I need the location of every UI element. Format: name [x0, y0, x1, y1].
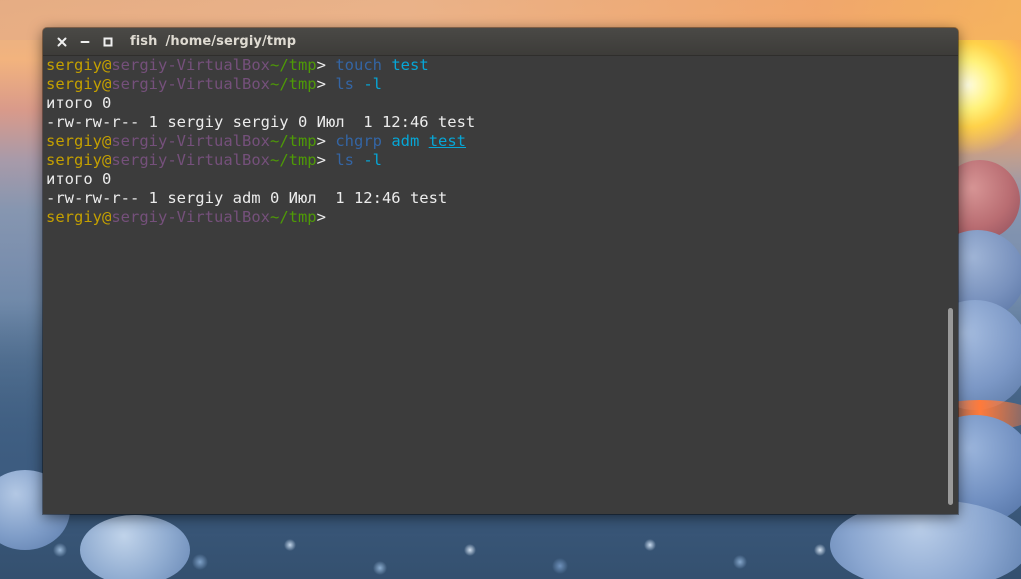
output-text: -rw-rw-r-- 1 sergiy adm 0 Июл 1 12:46 te… [46, 189, 448, 207]
output-text: итого 0 [46, 170, 112, 188]
prompt-line: sergiy@sergiy-VirtualBox~/tmp> chgrp adm… [46, 132, 943, 151]
output-text: итого 0 [46, 94, 112, 112]
prompt-at: @ [102, 56, 112, 74]
prompt-host: sergiy-VirtualBox [111, 151, 270, 169]
output-line: итого 0 [46, 94, 943, 113]
minimize-icon[interactable] [78, 35, 92, 49]
command-argument [382, 56, 391, 74]
prompt-user: sergiy [46, 208, 102, 226]
command-name: chgrp [335, 132, 382, 150]
prompt-at: @ [102, 132, 112, 150]
command-argument: adm [391, 132, 420, 150]
window-path: /home/sergiy/tmp [165, 34, 297, 49]
prompt-line: sergiy@sergiy-VirtualBox~/tmp> ls -l [46, 151, 943, 170]
prompt-arrow: > [316, 151, 336, 169]
prompt-user: sergiy [46, 132, 102, 150]
window-controls [55, 35, 124, 49]
output-text: -rw-rw-r-- 1 sergiy sergiy 0 Июл 1 12:46… [46, 113, 476, 131]
command-name: ls [335, 151, 354, 169]
scrollbar-thumb[interactable] [948, 308, 953, 505]
prompt-host: sergiy-VirtualBox [111, 56, 270, 74]
command-argument [419, 132, 428, 150]
command-argument [354, 151, 363, 169]
prompt-cwd: ~/tmp [269, 56, 317, 74]
prompt-host: sergiy-VirtualBox [111, 208, 270, 226]
prompt-line: sergiy@sergiy-VirtualBox~/tmp> ls -l [46, 75, 943, 94]
command-name: touch [335, 56, 382, 74]
command-argument [382, 132, 391, 150]
maximize-icon[interactable] [101, 35, 115, 49]
command-argument: test [391, 56, 429, 74]
prompt-user: sergiy [46, 75, 102, 93]
command-name: ls [335, 75, 354, 93]
prompt-line: sergiy@sergiy-VirtualBox~/tmp> touch tes… [46, 56, 943, 75]
prompt-cwd: ~/tmp [269, 132, 317, 150]
prompt-host: sergiy-VirtualBox [111, 75, 270, 93]
close-icon[interactable] [55, 35, 69, 49]
terminal-output[interactable]: sergiy@sergiy-VirtualBox~/tmp> touch tes… [43, 56, 943, 514]
window-title: fish/home/sergiy/tmp [130, 34, 296, 49]
output-line: -rw-rw-r-- 1 sergiy adm 0 Июл 1 12:46 te… [46, 189, 943, 208]
prompt-at: @ [102, 75, 112, 93]
prompt-cwd: ~/tmp [269, 208, 317, 226]
prompt-host: sergiy-VirtualBox [111, 132, 270, 150]
command-argument [354, 75, 363, 93]
window-titlebar[interactable]: fish/home/sergiy/tmp [43, 28, 958, 56]
prompt-at: @ [102, 208, 112, 226]
prompt-arrow: > [316, 75, 336, 93]
prompt-arrow: > [316, 56, 336, 74]
prompt-arrow: > [316, 208, 336, 226]
prompt-user: sergiy [46, 56, 102, 74]
prompt-cwd: ~/tmp [269, 75, 317, 93]
prompt-at: @ [102, 151, 112, 169]
command-argument: -l [363, 75, 383, 93]
prompt-cwd: ~/tmp [269, 151, 317, 169]
prompt-line: sergiy@sergiy-VirtualBox~/tmp> [46, 208, 943, 227]
command-path-argument: test [428, 132, 467, 150]
window-app-name: fish [130, 34, 158, 49]
prompt-user: sergiy [46, 151, 102, 169]
scrollbar[interactable] [943, 56, 958, 514]
output-line: итого 0 [46, 170, 943, 189]
stone [80, 515, 190, 579]
terminal-window[interactable]: fish/home/sergiy/tmp sergiy@sergiy-Virtu… [43, 28, 958, 514]
output-line: -rw-rw-r-- 1 sergiy sergiy 0 Июл 1 12:46… [46, 113, 943, 132]
prompt-arrow: > [316, 132, 336, 150]
command-argument: -l [363, 151, 383, 169]
